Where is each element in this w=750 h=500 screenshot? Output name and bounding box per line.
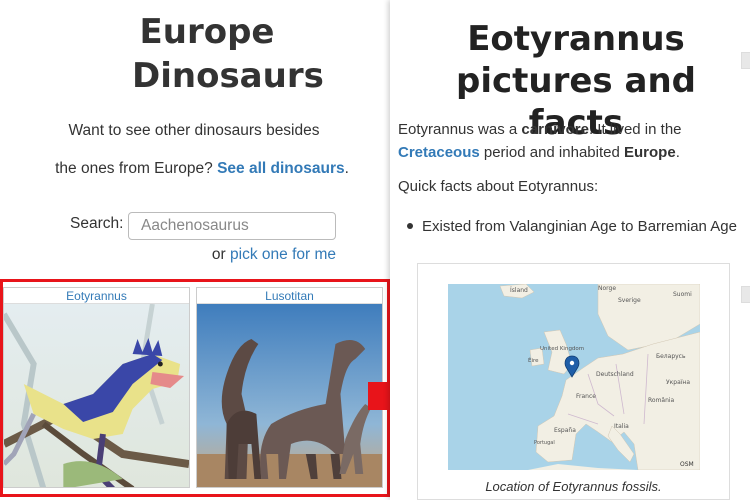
para-part-1: Eotyrannus was a: [398, 121, 518, 138]
map-label-espana: España: [554, 427, 576, 434]
fact-text: Existed from Valanginian Age to Barremia…: [422, 218, 737, 235]
cretaceous-link[interactable]: Cretaceous: [398, 144, 480, 161]
eotyrannus-image[interactable]: [4, 304, 189, 488]
pick-one-link[interactable]: pick one for me: [230, 246, 336, 263]
map-label-suomi: Suomi: [673, 291, 692, 298]
map-caption: Location of Eotyrannus fossils.: [485, 479, 662, 494]
map-label-sverige: Sverige: [618, 297, 641, 304]
map-label-uk: United Kingdom: [540, 346, 584, 352]
para-part-4: .: [675, 143, 680, 161]
intro-line-2: the ones from Europe? See all dinosaurs.: [0, 160, 404, 178]
map-attribution-osm: OSM: [680, 461, 694, 468]
right-panel: Eotyrannus pictures and facts Eotyrannus…: [390, 0, 750, 500]
map-label-eire: Éire: [528, 356, 539, 364]
intro-line-1: Want to see other dinosaurs besides: [68, 122, 320, 139]
lusotitan-image[interactable]: [197, 304, 382, 488]
dinosaur-card-lusotitan[interactable]: Lusotitan: [196, 287, 383, 488]
bullet-icon: [407, 223, 413, 229]
region-value: Europe: [624, 143, 676, 161]
card-title[interactable]: Eotyrannus: [4, 288, 189, 304]
page-title-text: Europe Dinosaurs: [132, 12, 324, 96]
map-label-italia: Italia: [614, 423, 629, 430]
left-panel: Europe Dinosaurs Want to see other dinos…: [0, 0, 390, 500]
search-input[interactable]: [128, 212, 336, 240]
see-all-dinosaurs-link[interactable]: See all dinosaurs: [217, 160, 345, 177]
fact-list-item: Existed from Valanginian Age to Barremia…: [407, 216, 744, 237]
card-title[interactable]: Lusotitan: [197, 288, 382, 304]
quick-facts-heading: Quick facts about Eotyrannus:: [398, 178, 599, 195]
pick-line: or pick one for me: [0, 246, 336, 264]
intro-suffix: .: [344, 160, 349, 177]
map-label-romania: România: [648, 397, 675, 404]
search-label: Search:: [70, 215, 124, 232]
map-label-island: Ísland: [510, 287, 528, 294]
map-label-norge: Norge: [598, 285, 616, 292]
para-part-3: period and inhabited: [483, 143, 620, 161]
fossil-location-map[interactable]: Ísland Norge Sverige Suomi United Kingdo…: [448, 284, 700, 470]
diet-value: carnivore: [521, 121, 589, 138]
diet-period-paragraph: Eotyrannus was a carnivore. It lived in …: [398, 119, 743, 164]
map-label-portugal: Portugal: [534, 440, 555, 446]
europe-map[interactable]: Ísland Norge Sverige Suomi United Kingdo…: [448, 284, 700, 470]
side-handle[interactable]: [741, 286, 750, 303]
map-label-deutschland: Deutschland: [596, 371, 634, 378]
map-label-belarus: Беларусь: [656, 353, 686, 360]
dinosaur-card-eotyrannus[interactable]: Eotyrannus: [3, 287, 190, 488]
para-part-2: . It lived in the: [588, 121, 682, 138]
pick-prefix: or: [211, 246, 226, 263]
map-figure: Ísland Norge Sverige Suomi United Kingdo…: [417, 263, 730, 500]
page-title: Europe Dinosaurs: [0, 10, 414, 98]
map-label-france: France: [576, 393, 596, 400]
intro-prefix: the ones from Europe?: [55, 160, 213, 177]
map-label-ukraina: Україна: [666, 379, 690, 386]
side-handle[interactable]: [741, 52, 750, 69]
